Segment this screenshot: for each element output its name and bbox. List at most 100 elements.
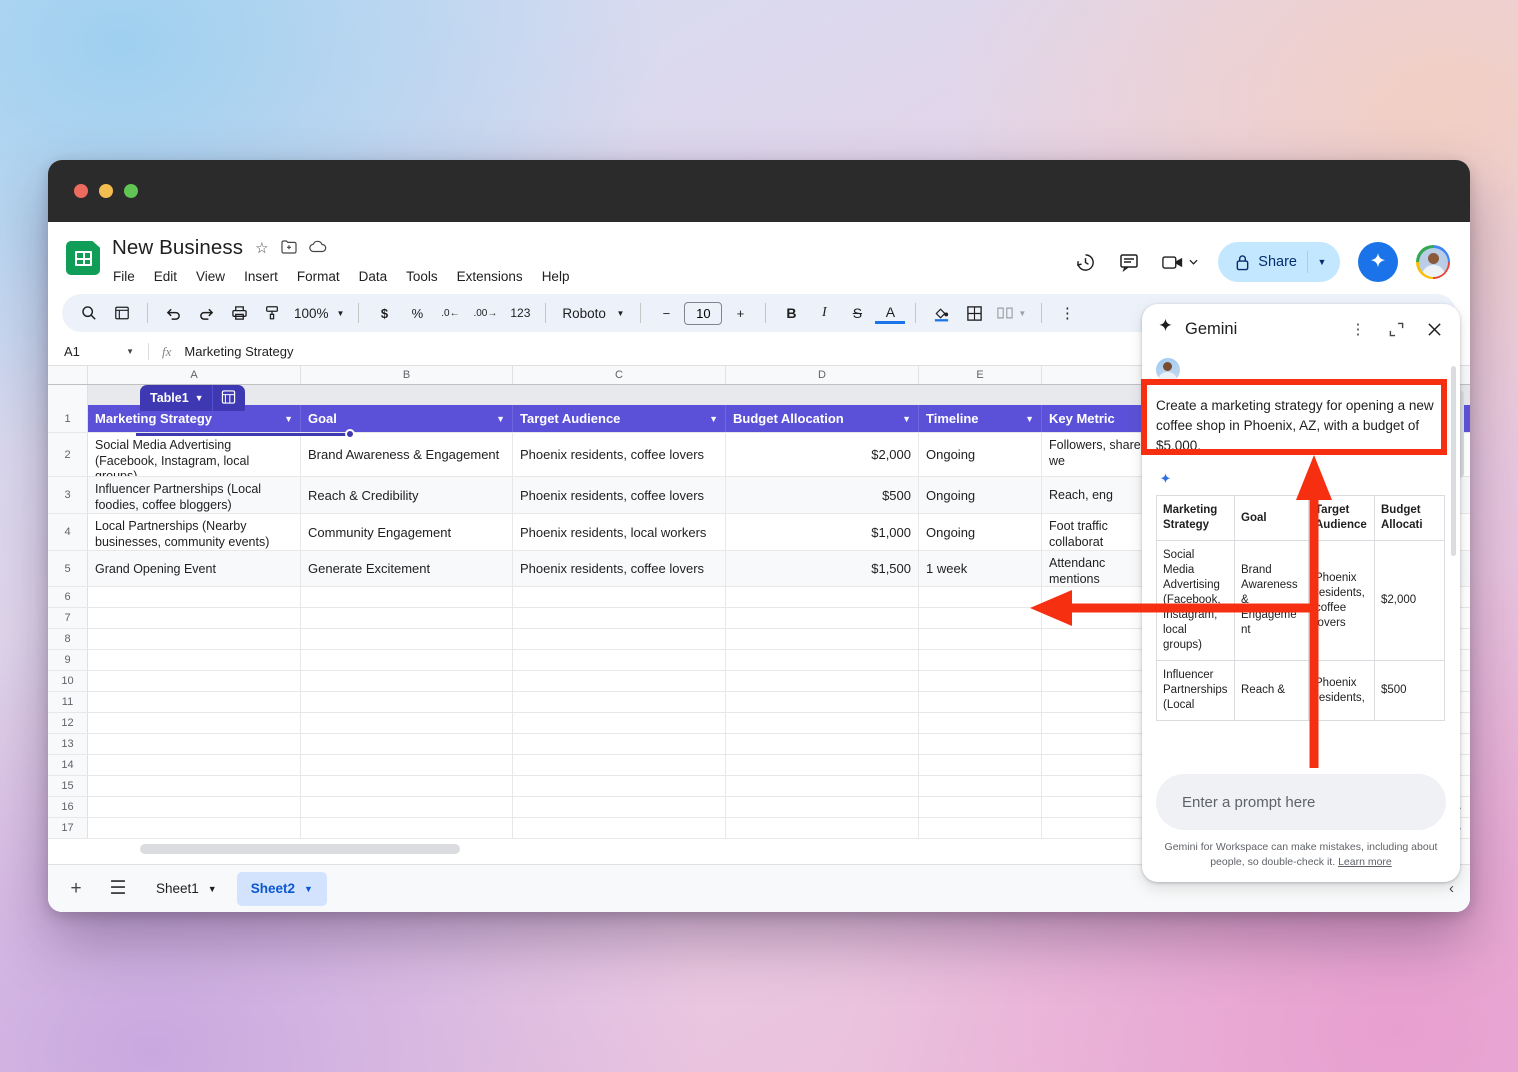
table-header-budget-allocation[interactable]: Budget Allocation ▼ bbox=[726, 405, 919, 432]
row-number-3[interactable]: 3 bbox=[48, 477, 88, 513]
cloud-saved-icon[interactable] bbox=[308, 240, 327, 256]
cell-budget[interactable]: $2,000 bbox=[726, 433, 919, 476]
cell-goal[interactable]: Reach & Credibility bbox=[301, 477, 513, 513]
menus-icon[interactable] bbox=[107, 298, 137, 328]
more-formats-icon[interactable]: 123 bbox=[505, 298, 535, 328]
decrease-decimal-icon[interactable]: .0← bbox=[435, 298, 465, 328]
table-header-target-audience[interactable]: Target Audience ▼ bbox=[513, 405, 726, 432]
menu-tools[interactable]: Tools bbox=[405, 267, 439, 286]
row-number-13[interactable]: 13 bbox=[48, 734, 88, 754]
chevron-down-icon[interactable]: ▼ bbox=[195, 393, 204, 403]
add-sheet-button[interactable]: + bbox=[58, 873, 94, 905]
menu-file[interactable]: File bbox=[112, 267, 136, 286]
expand-icon[interactable] bbox=[1382, 315, 1410, 343]
close-window-button[interactable] bbox=[74, 184, 88, 198]
chevron-down-icon[interactable]: ▼ bbox=[304, 884, 313, 894]
menu-insert[interactable]: Insert bbox=[243, 267, 279, 286]
cell-goal[interactable]: Brand Awareness & Engagement bbox=[301, 433, 513, 476]
meet-icon[interactable] bbox=[1160, 249, 1200, 275]
select-all-corner[interactable] bbox=[48, 366, 88, 384]
menu-view[interactable]: View bbox=[195, 267, 226, 286]
close-icon[interactable] bbox=[1420, 315, 1448, 343]
sheet-tab-sheet2[interactable]: Sheet2 ▼ bbox=[236, 871, 327, 906]
menu-format[interactable]: Format bbox=[296, 267, 341, 286]
share-button[interactable]: Share ▼ bbox=[1218, 242, 1340, 282]
increase-decimal-icon[interactable]: .00→ bbox=[468, 298, 502, 328]
font-family-select[interactable]: Roboto ▼ bbox=[556, 298, 630, 328]
merge-cells-icon[interactable]: ▼ bbox=[992, 298, 1031, 328]
redo-icon[interactable] bbox=[191, 298, 221, 328]
row-number-7[interactable]: 7 bbox=[48, 608, 88, 628]
comment-icon[interactable] bbox=[1116, 249, 1142, 275]
cell-strategy[interactable]: Social Media Advertising (Facebook, Inst… bbox=[88, 433, 301, 476]
currency-icon[interactable]: $ bbox=[369, 298, 399, 328]
chevron-down-icon[interactable]: ▼ bbox=[284, 414, 293, 424]
table-settings-icon[interactable] bbox=[213, 389, 245, 407]
font-size-input[interactable]: 10 bbox=[684, 301, 723, 325]
gemini-prompt-input[interactable]: Enter a prompt here bbox=[1156, 774, 1446, 830]
cell-audience[interactable]: Phoenix residents, coffee lovers bbox=[513, 433, 726, 476]
minimize-window-button[interactable] bbox=[99, 184, 113, 198]
italic-icon[interactable]: I bbox=[809, 298, 839, 328]
strikethrough-icon[interactable]: S bbox=[842, 298, 872, 328]
learn-more-link[interactable]: Learn more bbox=[1338, 856, 1392, 868]
row-number-12[interactable]: 12 bbox=[48, 713, 88, 733]
row-number-14[interactable]: 14 bbox=[48, 755, 88, 775]
gemini-button[interactable] bbox=[1358, 242, 1398, 282]
cell-audience[interactable]: Phoenix residents, local workers bbox=[513, 514, 726, 550]
table-chip[interactable]: Table1 ▼ bbox=[140, 385, 245, 411]
borders-icon[interactable] bbox=[959, 298, 989, 328]
cell-goal[interactable]: Generate Excitement bbox=[301, 551, 513, 586]
chevron-down-icon[interactable]: ▼ bbox=[709, 414, 718, 424]
sheet-tab-sheet1[interactable]: Sheet1 ▼ bbox=[142, 872, 231, 906]
selection-handle[interactable] bbox=[345, 429, 355, 439]
row-number-10[interactable]: 10 bbox=[48, 671, 88, 691]
cell-timeline[interactable]: 1 week bbox=[919, 551, 1042, 586]
row-number-17[interactable]: 17 bbox=[48, 818, 88, 838]
chevron-down-icon[interactable]: ▼ bbox=[1025, 414, 1034, 424]
collapse-side-panel-icon[interactable]: ‹ bbox=[1449, 880, 1454, 897]
cell-audience[interactable]: Phoenix residents, coffee lovers bbox=[513, 477, 726, 513]
more-icon[interactable]: ⋮ bbox=[1052, 298, 1082, 328]
row-number-5[interactable]: 5 bbox=[48, 551, 88, 586]
row-number-4[interactable]: 4 bbox=[48, 514, 88, 550]
increase-font-size-button[interactable]: + bbox=[725, 298, 755, 328]
cell-budget[interactable]: $500 bbox=[726, 477, 919, 513]
print-icon[interactable] bbox=[224, 298, 254, 328]
row-number-6[interactable]: 6 bbox=[48, 587, 88, 607]
cell-audience[interactable]: Phoenix residents, coffee lovers bbox=[513, 551, 726, 586]
menu-extensions[interactable]: Extensions bbox=[456, 267, 524, 286]
maximize-window-button[interactable] bbox=[124, 184, 138, 198]
cell-timeline[interactable]: Ongoing bbox=[919, 477, 1042, 513]
decrease-font-size-button[interactable]: − bbox=[651, 298, 681, 328]
cell-budget[interactable]: $1,500 bbox=[726, 551, 919, 586]
text-color-icon[interactable]: A bbox=[875, 302, 906, 324]
star-icon[interactable]: ☆ bbox=[255, 241, 268, 256]
avatar[interactable] bbox=[1416, 245, 1450, 279]
menu-data[interactable]: Data bbox=[358, 267, 389, 286]
chevron-down-icon[interactable]: ▼ bbox=[208, 884, 217, 894]
column-header-b[interactable]: B bbox=[301, 366, 513, 384]
cell-goal[interactable]: Community Engagement bbox=[301, 514, 513, 550]
move-to-folder-icon[interactable] bbox=[280, 239, 297, 257]
row-number-16[interactable]: 16 bbox=[48, 797, 88, 817]
table-header-timeline[interactable]: Timeline ▼ bbox=[919, 405, 1042, 432]
menu-help[interactable]: Help bbox=[541, 267, 571, 286]
row-number-1[interactable]: 1 bbox=[48, 405, 88, 432]
search-icon[interactable] bbox=[74, 298, 104, 328]
version-history-icon[interactable] bbox=[1072, 249, 1098, 275]
name-box[interactable]: A1 ▼ bbox=[48, 344, 148, 359]
formula-input[interactable]: Marketing Strategy bbox=[184, 344, 293, 359]
cell-strategy[interactable]: Influencer Partnerships (Local foodies, … bbox=[88, 477, 301, 513]
row-number-2[interactable]: 2 bbox=[48, 433, 88, 476]
cell-strategy[interactable]: Local Partnerships (Nearby businesses, c… bbox=[88, 514, 301, 550]
zoom-control[interactable]: 100% ▼ bbox=[290, 298, 348, 328]
column-header-d[interactable]: D bbox=[726, 366, 919, 384]
cell-budget[interactable]: $1,000 bbox=[726, 514, 919, 550]
bold-icon[interactable]: B bbox=[776, 298, 806, 328]
chevron-down-icon[interactable]: ▼ bbox=[902, 414, 911, 424]
more-options-icon[interactable]: ⋮ bbox=[1344, 315, 1372, 343]
menu-edit[interactable]: Edit bbox=[153, 267, 178, 286]
cell-timeline[interactable]: Ongoing bbox=[919, 514, 1042, 550]
all-sheets-icon[interactable]: ☰ bbox=[100, 873, 136, 905]
